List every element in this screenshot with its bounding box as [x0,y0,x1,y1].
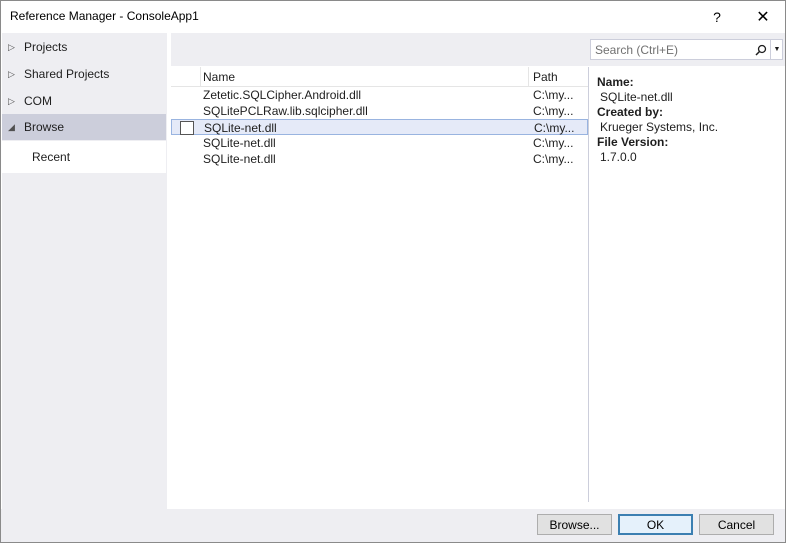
row-path: C:\my... [533,136,574,150]
checkbox-column-header [171,67,201,86]
browse-button[interactable]: Browse... [537,514,612,535]
column-divider[interactable] [528,67,529,86]
name-value: SQLite-net.dll [600,90,673,104]
expand-arrow-icon: ▷ [8,41,15,52]
created-by-value: Krueger Systems, Inc. [600,120,719,134]
search-placeholder: Search (Ctrl+E) [595,43,679,57]
nav-item-projects[interactable]: ▷ Projects [2,34,166,60]
row-path: C:\my... [533,88,574,102]
row-name: SQLitePCLRaw.lib.sqlcipher.dll [203,104,368,118]
file-version-value: 1.7.0.0 [600,150,637,164]
close-button[interactable]: ✕ [741,1,785,32]
list-row[interactable]: SQLite-net.dll C:\my... [171,151,588,167]
list-row[interactable]: Zetetic.SQLCipher.Android.dll C:\my... [171,87,588,103]
name-label: Name: [597,75,634,89]
search-options-dropdown-icon[interactable]: ▼ [770,40,783,59]
nav-item-browse[interactable]: ◢ Browse [2,114,166,140]
category-nav: ▷ Projects ▷ Shared Projects ▷ COM ◢ Bro… [2,33,167,509]
window-title: Reference Manager - ConsoleApp1 [10,9,199,23]
list-row[interactable]: SQLitePCLRaw.lib.sqlcipher.dll C:\my... [171,103,588,119]
name-column-header[interactable]: Name [203,70,235,84]
ok-button[interactable]: OK [618,514,693,535]
reference-list: Name Path Zetetic.SQLCipher.Android.dll … [171,67,589,502]
row-name: SQLite-net.dll [204,121,277,135]
nav-item-label: COM [24,94,52,108]
row-name: SQLite-net.dll [203,136,276,150]
collapse-arrow-icon: ◢ [8,121,15,132]
nav-item-recent[interactable]: Recent [2,141,166,173]
row-path: C:\my... [533,104,574,118]
nav-item-label: Projects [24,40,68,54]
list-header: Name Path [171,67,588,87]
nav-item-label: Browse [24,120,65,134]
search-input[interactable]: Search (Ctrl+E) ▼ [590,39,783,60]
reference-manager-dialog: Reference Manager - ConsoleApp1 ? ✕ ▷ Pr… [0,0,786,543]
cancel-button[interactable]: Cancel [699,514,774,535]
row-path: C:\my... [534,121,575,135]
row-name: Zetetic.SQLCipher.Android.dll [203,88,362,102]
nav-item-shared-projects[interactable]: ▷ Shared Projects [2,61,166,87]
title-bar: Reference Manager - ConsoleApp1 ? ✕ [1,1,785,32]
path-column-header[interactable]: Path [533,70,558,84]
list-row-selected[interactable]: SQLite-net.dll C:\my... [171,119,588,135]
created-by-label: Created by: [597,105,664,119]
expand-arrow-icon: ▷ [8,95,15,106]
row-name: SQLite-net.dll [203,152,276,166]
list-row[interactable]: SQLite-net.dll C:\my... [171,135,588,151]
details-pane: Name: SQLite-net.dll Created by: Krueger… [589,67,785,502]
nav-item-label: Shared Projects [24,67,110,81]
help-button[interactable]: ? [695,1,739,32]
file-version-label: File Version: [597,135,669,149]
include-checkbox[interactable] [180,121,194,135]
row-path: C:\my... [533,152,574,166]
search-icon[interactable] [753,40,769,59]
expand-arrow-icon: ▷ [8,68,15,79]
nav-item-com[interactable]: ▷ COM [2,88,166,114]
nav-item-label: Recent [32,150,71,164]
dialog-footer: Browse... OK Cancel [1,509,785,542]
